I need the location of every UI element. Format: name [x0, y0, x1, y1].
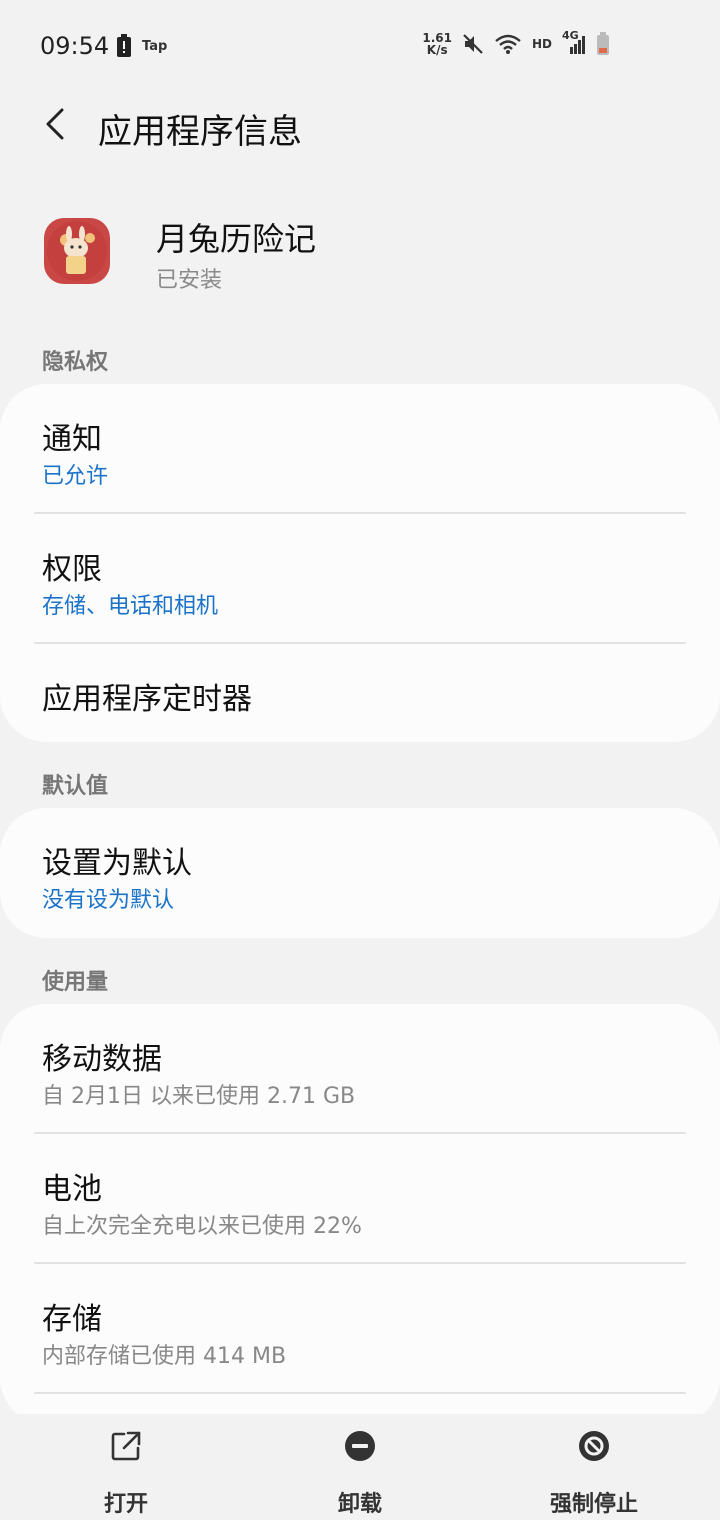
minus-circle-icon — [345, 1431, 375, 1461]
uninstall-button[interactable]: 卸载 — [280, 1428, 440, 1518]
set-as-default-title: 设置为默认 — [42, 846, 192, 881]
battery-title: 电池 — [42, 1172, 102, 1207]
force-stop-label: 强制停止 — [549, 1492, 638, 1517]
notifications-title: 通知 — [42, 422, 102, 457]
notification-icons: Tap — [116, 34, 167, 58]
back-arrow-icon[interactable] — [38, 104, 78, 144]
notifications-status: 已允许 — [42, 464, 109, 489]
permissions-summary: 存储、电话和相机 — [42, 594, 219, 619]
section-label-usage: 使用量 — [42, 970, 109, 995]
uninstall-label: 卸载 — [337, 1492, 382, 1517]
page-title: 应用程序信息 — [98, 112, 302, 152]
network-speed: 1.61 K/s — [422, 31, 452, 57]
app-header: 月兔历险记 已安装 — [0, 210, 720, 300]
permissions-title: 权限 — [42, 552, 102, 587]
app-timer-row[interactable]: 应用程序定时器 — [0, 644, 720, 742]
bottom-action-bar: 打开 卸载 强制停止 — [0, 1414, 720, 1520]
hd-indicator: HD — [531, 37, 552, 51]
battery-row[interactable]: 电池 自上次完全充电以来已使用 22% — [0, 1134, 720, 1264]
permissions-row[interactable]: 权限 存储、电话和相机 — [0, 514, 720, 644]
wifi-icon — [495, 34, 521, 54]
tap-app-icon: Tap — [142, 38, 168, 54]
notifications-row[interactable]: 通知 已允许 — [0, 384, 720, 514]
system-icons: 1.61 K/s HD 4G — [422, 29, 610, 57]
storage-row[interactable]: 存储 内部存储已使用 414 MB — [0, 1264, 720, 1394]
force-stop-button[interactable]: 强制停止 — [514, 1428, 674, 1518]
set-as-default-row[interactable]: 设置为默认 没有设为默认 — [0, 808, 720, 938]
status-bar: 09:54 Tap 1.61 K/s HD 4G — [0, 0, 720, 92]
storage-title: 存储 — [42, 1302, 102, 1337]
usage-card: 移动数据 自 2月1日 以来已使用 2.71 GB 电池 自上次完全充电以来已使… — [0, 1004, 720, 1424]
mobile-data-title: 移动数据 — [42, 1042, 162, 1077]
open-button[interactable]: 打开 — [46, 1428, 206, 1518]
app-install-status: 已安装 — [156, 268, 223, 293]
section-label-privacy: 隐私权 — [42, 350, 109, 375]
app-icon — [44, 218, 110, 284]
app-bar: 应用程序信息 — [0, 92, 720, 162]
battery-icon — [597, 32, 609, 55]
divider — [34, 1392, 686, 1394]
section-label-defaults: 默认值 — [42, 774, 109, 799]
force-stop-icon — [579, 1431, 609, 1461]
mobile-data-summary: 自 2月1日 以来已使用 2.71 GB — [42, 1084, 356, 1109]
open-external-icon — [111, 1431, 141, 1461]
mobile-data-row[interactable]: 移动数据 自 2月1日 以来已使用 2.71 GB — [0, 1004, 720, 1134]
mute-icon — [463, 34, 483, 54]
clock: 09:54 — [40, 32, 110, 60]
alert-battery-icon — [117, 34, 131, 57]
storage-summary: 内部存储已使用 414 MB — [42, 1344, 287, 1369]
open-label: 打开 — [103, 1492, 148, 1517]
app-name: 月兔历险记 — [156, 220, 317, 258]
signal-icon: 4G — [562, 29, 586, 55]
defaults-card: 设置为默认 没有设为默认 — [0, 808, 720, 938]
battery-summary: 自上次完全充电以来已使用 22% — [42, 1214, 362, 1239]
app-timer-title: 应用程序定时器 — [42, 682, 252, 717]
privacy-card: 通知 已允许 权限 存储、电话和相机 应用程序定时器 — [0, 384, 720, 742]
set-as-default-status: 没有设为默认 — [42, 888, 175, 913]
